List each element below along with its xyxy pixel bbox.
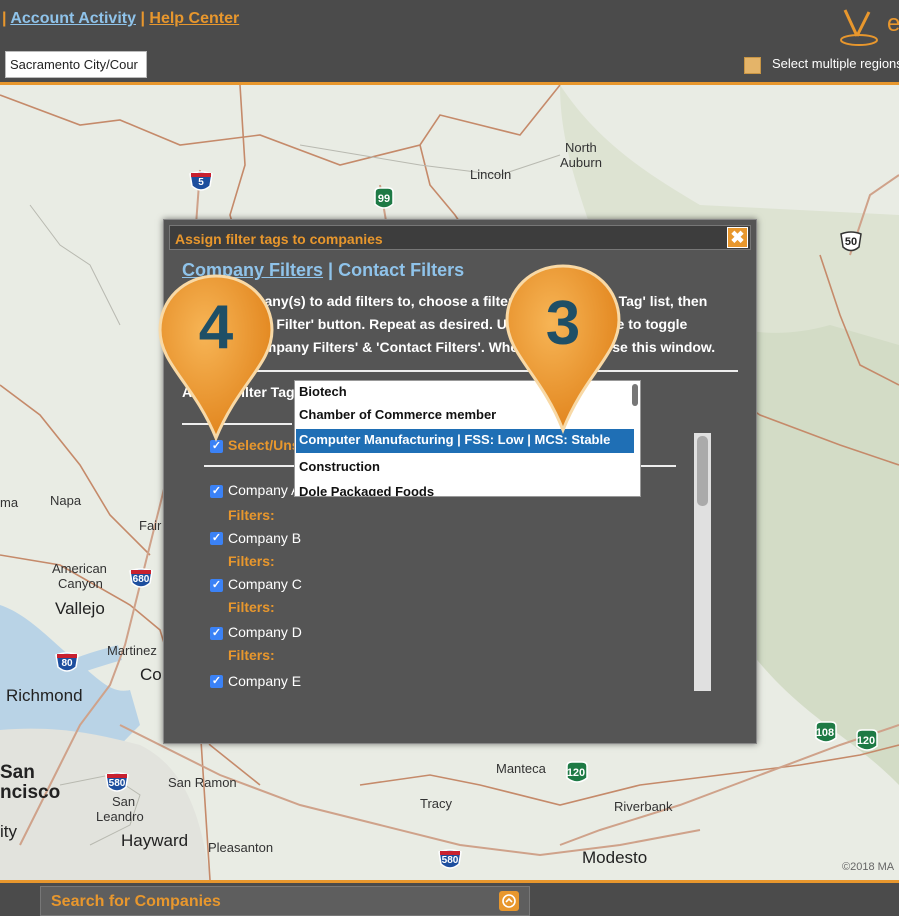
interstate-80-shield-icon: 80 [54,651,80,675]
route-99-shield-icon: 99 [371,186,397,212]
top-nav-links: | Account Activity | Help Center [2,10,239,28]
company-filters-label: Filters: [228,553,275,569]
map-label: Hayward [121,831,189,850]
expand-panel-icon[interactable] [499,891,519,911]
interstate-580-shield-icon: 580 [437,848,463,872]
map-label: Pleasanton [208,840,274,855]
map-label: Martinez [107,643,157,658]
nav-separator: | [140,10,145,27]
interstate-580-shield-icon: 580 [104,771,130,795]
interstate-5-shield-icon: 5 [188,170,214,194]
callout-pin-icon: 4 [154,272,278,442]
search-panel-title: Search for Companies [51,893,221,910]
top-bar: | Account Activity | Help Center Select … [0,0,899,85]
company-name: Company A [228,482,301,498]
company-checkbox[interactable]: ✓ [210,627,223,640]
company-name: Company D [228,624,302,640]
search-companies-panel: Search for Companies [40,886,530,916]
map-label: American [52,561,107,576]
us-50-shield-icon: 50 [838,229,864,255]
route-120-shield-icon: 120 [853,728,879,754]
close-icon[interactable]: ✖ [727,227,748,248]
company-name: Company B [228,530,302,546]
company-checkbox[interactable]: ✓ [210,485,223,498]
company-checkbox[interactable]: ✓ [210,532,223,545]
map-label: Co [140,665,162,684]
filter-tag-option[interactable]: Construction [296,456,634,480]
scrollbar-thumb[interactable] [697,436,708,506]
select-multiple-regions-checkbox[interactable] [744,57,761,74]
map-label: Riverbank [614,799,673,814]
logo-letter: e [887,10,899,37]
company-list-scrollbar[interactable] [694,433,711,691]
company-filters-label: Filters: [228,599,275,615]
company-filters-label: Filters: [228,507,275,523]
help-center-link[interactable]: Help Center [149,10,239,27]
account-activity-link[interactable]: Account Activity [10,10,136,27]
select-multiple-regions-label: Select multiple regions [772,56,899,71]
company-checkbox[interactable]: ✓ [210,675,223,688]
company-name: Company E [228,673,302,689]
map-label: Leandro [96,809,144,824]
map-label: Tracy [420,796,453,811]
map-label: Canyon [58,576,103,591]
map-label: ma [0,495,19,510]
route-108-shield-icon: 108 [812,720,838,746]
callout-number: 4 [198,293,234,362]
route-120-shield-icon: 120 [563,760,589,786]
map-label: ity [0,822,17,841]
map-label: Fair [139,518,162,533]
map-label: Modesto [582,848,648,867]
brand-logo: e [835,6,899,48]
company-name: Company C [228,576,302,592]
map-label: North [565,140,597,155]
filter-tag-option[interactable]: Dole Packaged Foods [296,481,634,496]
map-label: Richmond [6,686,83,705]
map-label: Manteca [496,761,546,776]
region-input[interactable] [5,51,147,78]
map-label: Napa [50,493,82,508]
interstate-680-shield-icon: 680 [128,567,154,591]
dialog-title: Assign filter tags to companies [175,231,383,247]
callout-number: 3 [545,289,581,358]
map-label: Vallejo [55,599,105,618]
dropdown-scrollbar[interactable] [632,384,638,406]
map-label: Lincoln [470,167,512,182]
dialog-header: Assign filter tags to companies ✖ [169,225,751,250]
map-label: ncisco [0,782,61,803]
tab-contact-filters[interactable]: Contact Filters [338,260,464,280]
map-copyright: ©2018 MA [842,861,895,873]
map-label: San Ramon [168,775,237,790]
callout-pin-icon: 3 [501,262,625,435]
map-label: San [0,762,35,783]
company-filters-label: Filters: [228,647,275,663]
company-checkbox[interactable]: ✓ [210,579,223,592]
map-label: Auburn [560,155,602,170]
nav-separator: | [2,10,7,27]
map-label: San [112,794,136,809]
tab-separator: | [323,260,339,280]
